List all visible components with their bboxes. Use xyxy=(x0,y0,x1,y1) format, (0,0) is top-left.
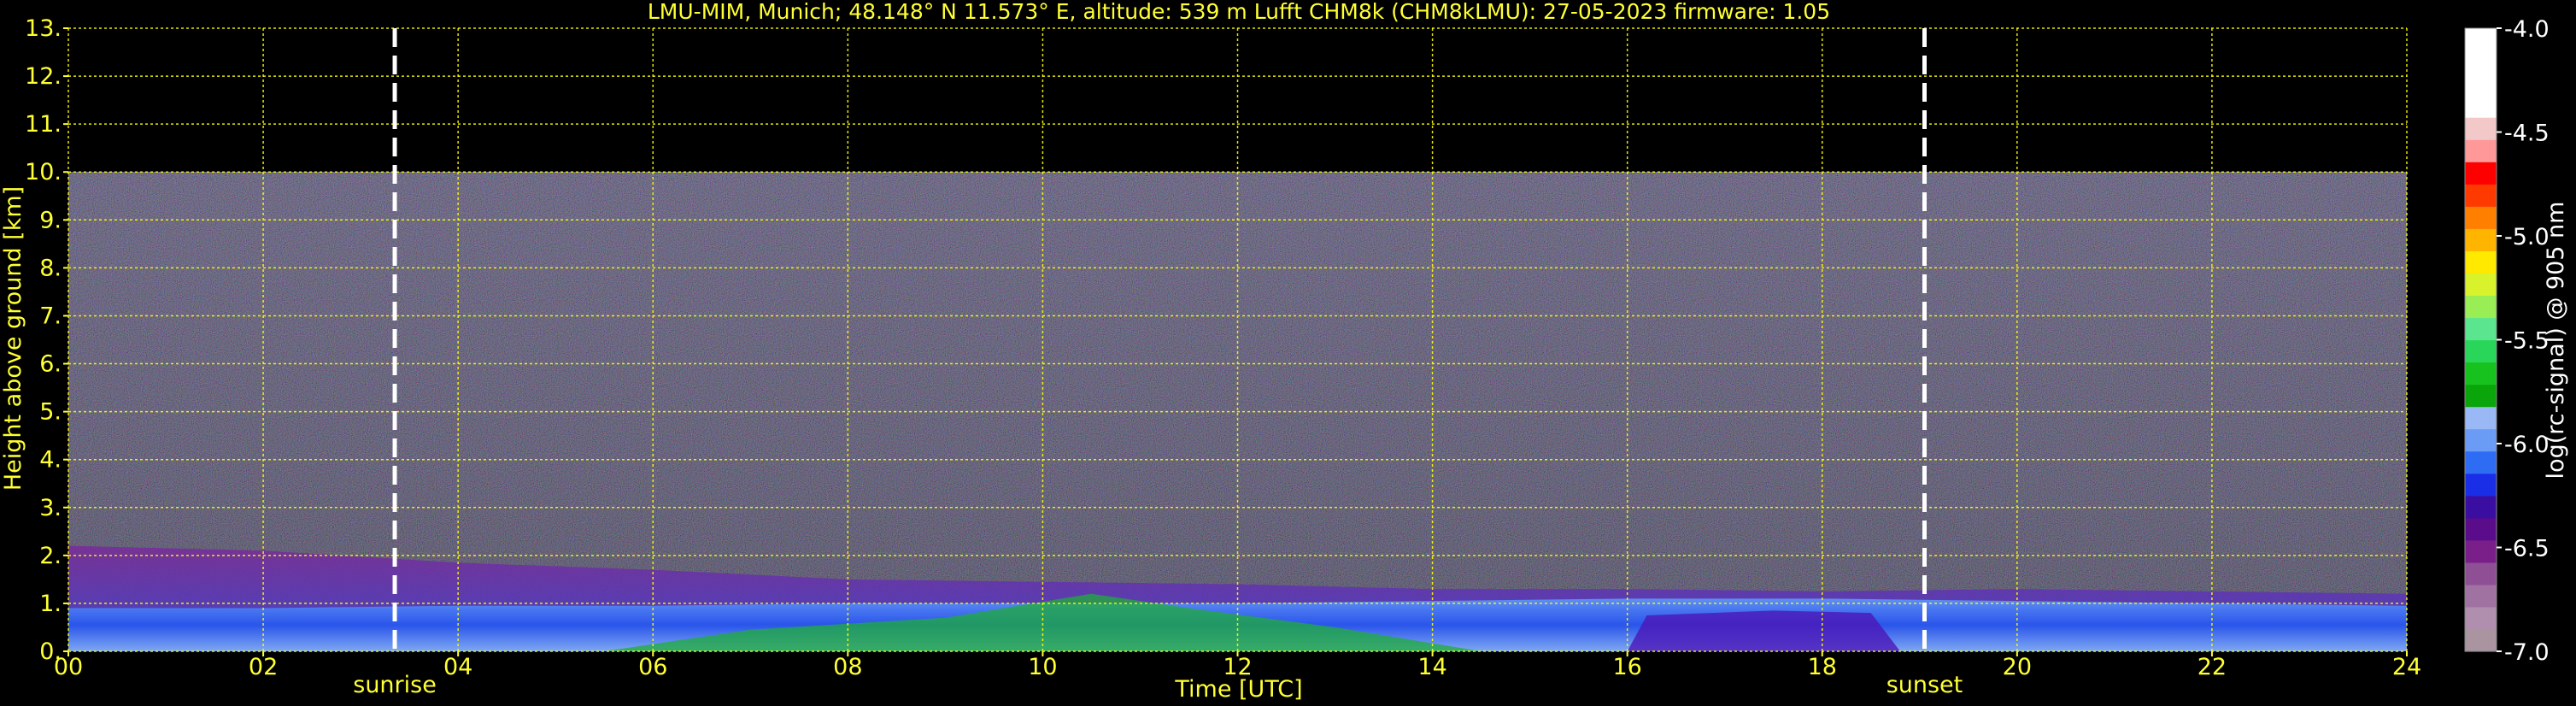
colorbar-step xyxy=(2465,539,2497,563)
y-tick-label: 6. xyxy=(39,351,62,378)
colorbar: -4.0-4.5-5.0-5.5-6.0-6.5-7.0 xyxy=(2464,16,2550,666)
colorbar-step xyxy=(2465,28,2497,51)
y-tick-label: 12. xyxy=(25,63,62,90)
x-tick-label: 24 xyxy=(2392,654,2421,680)
x-tick-label: 02 xyxy=(249,654,278,680)
colorbar-step xyxy=(2465,273,2497,297)
colorbar-step xyxy=(2465,317,2497,341)
y-tick-label: 11. xyxy=(25,111,62,138)
ceilometer-chart: 00 02 04 06 08 10 12 14 16 18 20 22 24 0.1.2.3.4.5.6… xyxy=(0,0,2569,703)
y-tick-label: 5. xyxy=(39,399,62,426)
colorbar-step xyxy=(2465,384,2497,408)
colorbar-tick-label: -6.5 xyxy=(2504,536,2550,562)
x-tick-label: 14 xyxy=(1417,654,1446,680)
colorbar-tick-label: -7.0 xyxy=(2504,639,2550,666)
x-tick-label: 10 xyxy=(1028,654,1057,680)
x-tick-label: 04 xyxy=(443,654,472,680)
colorbar-tick-label: -4.0 xyxy=(2504,16,2550,43)
y-tick-labels: 0. 1. 2. 3. 4. 5. 6. 7. 8. 9. 10. 11. 12. 13. xyxy=(25,15,68,665)
y-tick-label: 10. xyxy=(25,159,62,185)
colorbar-tick-label: -4.5 xyxy=(2504,121,2550,147)
colorbar-step xyxy=(2465,362,2497,385)
colorbar-step xyxy=(2465,517,2497,541)
y-tick-label: 9. xyxy=(39,207,62,233)
colorbar-step xyxy=(2465,562,2497,585)
x-tick-label: 16 xyxy=(1612,654,1641,680)
y-tick-label: 0. xyxy=(39,638,62,665)
y-tick-label: 1. xyxy=(39,591,62,617)
y-tick-label: 2. xyxy=(39,543,62,569)
evening-dense-layer xyxy=(1627,610,1900,651)
colorbar-step xyxy=(2465,228,2497,251)
colorbar-label: log(rc-signal) @ 905 nm xyxy=(2543,202,2569,479)
colorbar-step xyxy=(2465,339,2497,363)
colorbar-step xyxy=(2465,139,2497,162)
colorbar-step xyxy=(2465,584,2497,608)
y-tick-label: 3. xyxy=(39,495,62,521)
y-tick-label: 4. xyxy=(39,447,62,474)
y-axis-label: Height above ground [km] xyxy=(0,186,26,491)
x-tick-label: 08 xyxy=(833,654,862,680)
colorbar-step xyxy=(2465,206,2497,229)
colorbar-step xyxy=(2465,295,2497,319)
colorbar-step xyxy=(2465,428,2497,452)
colorbar-step xyxy=(2465,117,2497,140)
colorbar-step xyxy=(2465,184,2497,207)
colorbar-step xyxy=(2465,628,2497,652)
colorbar-step xyxy=(2465,162,2497,185)
x-tick-label: 22 xyxy=(2198,654,2227,680)
colorbar-step xyxy=(2465,473,2497,497)
colorbar-step xyxy=(2465,95,2497,118)
x-tick-label: 06 xyxy=(638,654,667,680)
x-axis-label: Time [UTC] xyxy=(1174,676,1302,703)
colorbar-step xyxy=(2465,606,2497,630)
chart-title: LMU-MIM, Munich; 48.148° N 11.573° E, al… xyxy=(648,0,1830,24)
y-tick-label: 7. xyxy=(39,303,62,329)
y-tick-label: 13. xyxy=(25,15,62,42)
x-tick-label: 18 xyxy=(1808,654,1837,680)
colorbar-step xyxy=(2465,250,2497,274)
marker-label-sunset: sunset xyxy=(1887,672,1963,698)
colorbar-step xyxy=(2465,50,2497,74)
marker-label-sunrise: sunrise xyxy=(353,672,437,698)
plot-area xyxy=(67,27,2408,652)
colorbar-step xyxy=(2465,73,2497,96)
y-tick-label: 8. xyxy=(39,255,62,281)
colorbar-step xyxy=(2465,406,2497,430)
x-tick-label: 20 xyxy=(2003,654,2032,680)
colorbar-step xyxy=(2465,495,2497,519)
colorbar-step xyxy=(2465,450,2497,474)
